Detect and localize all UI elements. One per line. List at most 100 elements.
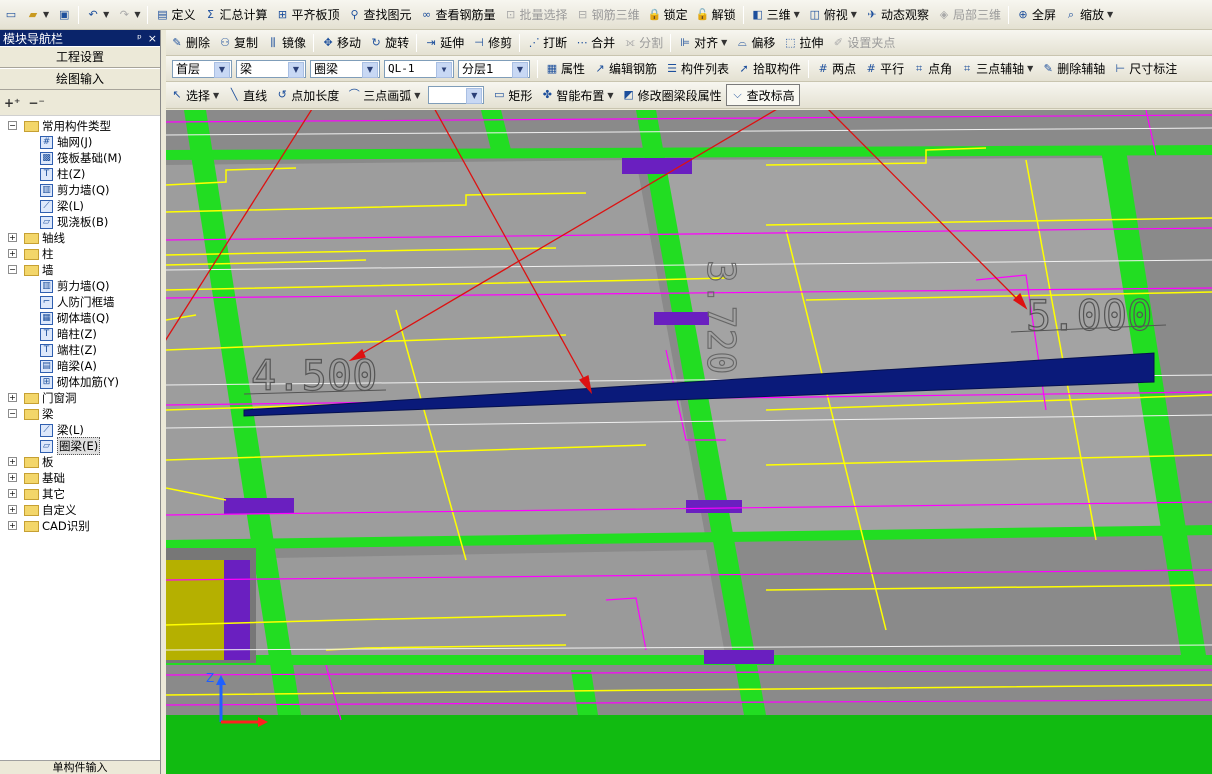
expand-icon[interactable]: +	[8, 233, 17, 242]
lock-button[interactable]: 🔒 锁定	[644, 4, 692, 26]
rebar-3d-button[interactable]: ⊟ 钢筋三维	[572, 4, 644, 26]
point-length-button[interactable]: ↺ 点加长度	[271, 84, 343, 106]
tree-item[interactable]: ⊞ 砌体加筋(Y)	[40, 374, 119, 390]
tree-item[interactable]: ▱ 现浇板(B)	[40, 214, 108, 230]
tree-item[interactable]: ▦ 砌体墙(Q)	[40, 310, 110, 326]
type-select[interactable]: 圈梁	[310, 59, 380, 78]
open-file-button[interactable]: ▰ ▼	[22, 4, 53, 26]
dropdown-arrow-icon[interactable]: ▼	[414, 91, 420, 100]
cursor-button[interactable]: ↖ 选择 ▼	[166, 84, 223, 106]
parallel-button[interactable]: # 平行	[860, 58, 908, 80]
dimension-button[interactable]: ⊢ 尺寸标注	[1109, 58, 1181, 80]
tree-item[interactable]: + CAD识别	[0, 518, 90, 534]
new-file-button[interactable]: ▭	[0, 4, 22, 26]
expand-icon[interactable]: +	[8, 393, 17, 402]
orbit-button[interactable]: ✈ 动态观察	[861, 4, 933, 26]
tree-item[interactable]: ▱ 圈梁(E)	[40, 437, 101, 455]
tree-item[interactable]: − 常用构件类型	[0, 118, 111, 134]
line-button[interactable]: ╲ 直线	[223, 84, 271, 106]
local-3d-button[interactable]: ◈ 局部三维	[933, 4, 1005, 26]
tree-item[interactable]: ▥ 剪力墙(Q)	[40, 278, 110, 294]
collapse-icon[interactable]: −	[8, 265, 17, 274]
tree-item[interactable]: ▩ 筏板基础(M)	[40, 150, 122, 166]
expand-icon[interactable]: +	[8, 457, 17, 466]
stretch-button[interactable]: ⬚ 拉伸	[779, 32, 827, 54]
category-select[interactable]: 梁	[236, 59, 306, 78]
tree-item[interactable]: ⟋ 梁(L)	[40, 422, 84, 438]
component-list-button[interactable]: ☰ 构件列表	[661, 58, 733, 80]
tree-item[interactable]: − 墙	[0, 262, 54, 278]
dropdown-arrow-icon[interactable]: ▼	[721, 38, 727, 47]
tree-item[interactable]: + 门窗洞	[0, 390, 77, 406]
tree-item[interactable]: # 轴网(J)	[40, 134, 92, 150]
arc-button[interactable]: ⌒ 三点画弧 ▼	[343, 84, 424, 106]
view-rebar-button[interactable]: ∞ 查看钢筋量	[416, 4, 500, 26]
tree-item[interactable]: + 板	[0, 454, 54, 470]
pin-icon[interactable]: ᵖ	[137, 32, 142, 45]
pick-button[interactable]: ➚ 拾取构件	[733, 58, 805, 80]
move-button[interactable]: ✥ 移动	[317, 32, 365, 54]
drawing-input-button[interactable]: 绘图输入	[0, 68, 160, 90]
collapse-all-icon[interactable]: −⁻	[28, 96, 44, 110]
drawing-canvas[interactable]: 4.500 5.000 3.720 Z	[166, 110, 1212, 774]
merge-button[interactable]: ⋯ 合并	[571, 32, 619, 54]
zoom-button[interactable]: ⌕ 缩放 ▼	[1060, 4, 1117, 26]
component-select[interactable]: QL-1	[384, 59, 454, 78]
binoculars-button[interactable]: ⚲ 查找图元	[344, 4, 416, 26]
align-button[interactable]: ⊫ 对齐 ▼	[674, 32, 731, 54]
sigma-button[interactable]: Σ 汇总计算	[199, 4, 271, 26]
tree-item[interactable]: + 柱	[0, 246, 54, 262]
property-button[interactable]: ▦ 属性	[541, 58, 589, 80]
fullscreen-button[interactable]: ⊕ 全屏	[1012, 4, 1060, 26]
define-button[interactable]: ▤ 定义	[151, 4, 199, 26]
tree-item[interactable]: ▥ 剪力墙(Q)	[40, 182, 110, 198]
align-slab-button[interactable]: ⊞ 平齐板顶	[272, 4, 344, 26]
tree-item[interactable]: + 其它	[0, 486, 65, 502]
dropdown-arrow-icon[interactable]: ▼	[1107, 10, 1113, 19]
copy-button[interactable]: ⚇ 复制	[214, 32, 262, 54]
trim-button[interactable]: ⊣ 修剪	[468, 32, 516, 54]
unlock-button[interactable]: 🔓 解锁	[692, 4, 740, 26]
grip-button[interactable]: ✐ 设置夹点	[827, 32, 899, 54]
blank-select[interactable]	[428, 86, 485, 104]
collapse-icon[interactable]: −	[8, 409, 17, 418]
mirror-button[interactable]: ⫼ 镜像	[262, 32, 310, 54]
tree-item[interactable]: + 自定义	[0, 502, 77, 518]
single-component-input-button[interactable]: 单构件输入	[0, 760, 160, 774]
edit-rebar-button[interactable]: ↗ 编辑钢筋	[589, 58, 661, 80]
tree-item[interactable]: T 暗柱(Z)	[40, 326, 97, 342]
layer-select[interactable]: 分层1	[458, 59, 530, 78]
floor-select[interactable]: 首层	[172, 59, 232, 78]
tree-item[interactable]: ▤ 暗梁(A)	[40, 358, 97, 374]
dropdown-arrow-icon[interactable]: ▼	[794, 10, 800, 19]
expand-icon[interactable]: +	[8, 489, 17, 498]
three-point-axis-button[interactable]: ⌗ 三点辅轴 ▼	[956, 58, 1037, 80]
batch-select-button[interactable]: ⊡ 批量选择	[500, 4, 572, 26]
delete-button[interactable]: ✎ 删除	[166, 32, 214, 54]
smart-layout-button[interactable]: ✤ 智能布置 ▼	[536, 84, 617, 106]
rectangle-button[interactable]: ▭ 矩形	[488, 84, 536, 106]
split-button[interactable]: ⟗ 分割	[619, 32, 667, 54]
cube-3d-button[interactable]: ◧ 三维 ▼	[747, 4, 804, 26]
expand-icon[interactable]: +	[8, 473, 17, 482]
drawing-svg[interactable]: 4.500 5.000 3.720 Z	[166, 110, 1212, 774]
dropdown-arrow-icon[interactable]: ▼	[851, 10, 857, 19]
collapse-icon[interactable]: −	[8, 121, 17, 130]
tree-item[interactable]: + 基础	[0, 470, 65, 486]
rotate-button[interactable]: ↻ 旋转	[365, 32, 413, 54]
tree-item[interactable]: T 端柱(Z)	[40, 342, 97, 358]
elevation-button[interactable]: ⌵ 查改标高	[725, 84, 800, 106]
tree-item[interactable]: − 梁	[0, 406, 54, 422]
extend-button[interactable]: ⇥ 延伸	[420, 32, 468, 54]
delete-axis-button[interactable]: ✎ 删除辅轴	[1037, 58, 1109, 80]
tree-item[interactable]: ⌐ 人防门框墙	[40, 294, 115, 310]
break-button[interactable]: ⋰ 打断	[523, 32, 571, 54]
expand-icon[interactable]: +	[8, 505, 17, 514]
undo-button[interactable]: ↶ ▼	[82, 4, 113, 26]
project-settings-button[interactable]: 工程设置	[0, 46, 160, 68]
dropdown-arrow-icon[interactable]: ▼	[1027, 64, 1033, 73]
offset-button[interactable]: ⌓ 偏移	[731, 32, 779, 54]
expand-icon[interactable]: +	[8, 249, 17, 258]
two-point-button[interactable]: # 两点	[812, 58, 860, 80]
point-angle-button[interactable]: ⌗ 点角	[908, 58, 956, 80]
